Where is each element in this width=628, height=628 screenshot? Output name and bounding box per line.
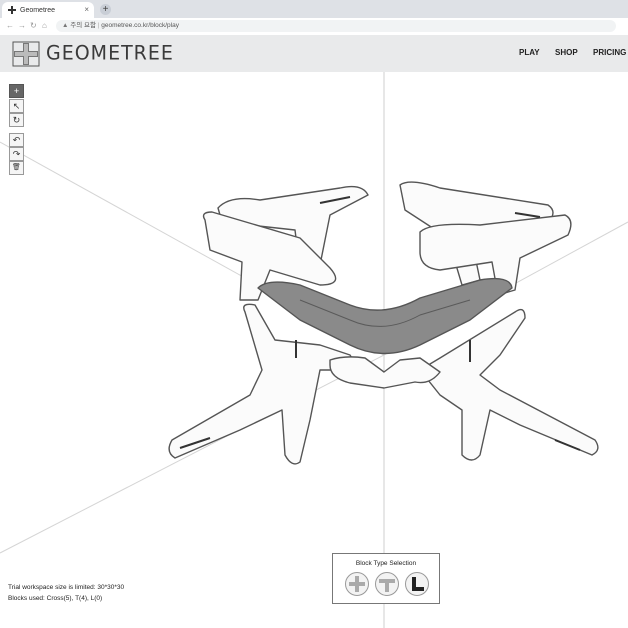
reload-icon[interactable]: ↻ <box>30 21 37 30</box>
nav-pricing[interactable]: PRICING <box>593 48 626 57</box>
workspace-limit-note: Trial workspace size is limited: 30*30*3… <box>8 584 125 591</box>
cross-block-icon[interactable] <box>345 572 369 596</box>
close-tab-icon[interactable]: × <box>84 5 89 14</box>
url-text: geometree.co.kr/block/play <box>101 22 179 29</box>
geometree-favicon <box>8 6 16 14</box>
url-field[interactable]: ▲ 주의 요함 | geometree.co.kr/block/play <box>56 20 616 32</box>
undo-icon[interactable]: ↶ <box>9 133 24 147</box>
3d-workspace-canvas[interactable] <box>0 72 628 628</box>
logo-text[interactable]: GEOMETREE <box>46 41 174 64</box>
axis-line-bottom <box>0 354 385 554</box>
block-type-selection-panel: Block Type Selection <box>332 553 440 604</box>
back-icon[interactable]: ← <box>6 21 14 30</box>
add-icon[interactable]: + <box>9 84 24 98</box>
t-block-icon[interactable] <box>375 572 399 596</box>
nav-play[interactable]: PLAY <box>519 48 540 57</box>
redo-icon[interactable]: ↷ <box>9 147 24 161</box>
select-cursor-icon[interactable]: ↖ <box>9 99 24 113</box>
delete-icon[interactable]: 🗑 <box>9 161 24 175</box>
l-block-icon[interactable] <box>405 572 429 596</box>
nav-shop[interactable]: SHOP <box>555 48 578 57</box>
browser-tab[interactable]: Geometree × <box>2 2 94 18</box>
forward-icon[interactable]: → <box>18 21 26 30</box>
browser-tab-bar: Geometree × + <box>0 0 628 18</box>
geometree-logo-icon[interactable] <box>12 41 40 67</box>
new-tab-button[interactable]: + <box>100 4 111 15</box>
browser-tab-title: Geometree <box>20 6 56 14</box>
block-center-bottom[interactable] <box>329 356 441 389</box>
address-bar: ← → ↻ ⌂ ▲ 주의 요함 | geometree.co.kr/block/… <box>0 18 628 36</box>
rotate-icon[interactable]: ↻ <box>9 113 24 127</box>
security-label: 주의 요함 <box>70 22 96 29</box>
block-type-selection-title: Block Type Selection <box>355 560 417 567</box>
blocks-used-count: Blocks used: Cross(5), T(4), L(0) <box>8 595 103 602</box>
home-icon[interactable]: ⌂ <box>42 21 47 30</box>
warning-icon: ▲ <box>62 22 69 29</box>
